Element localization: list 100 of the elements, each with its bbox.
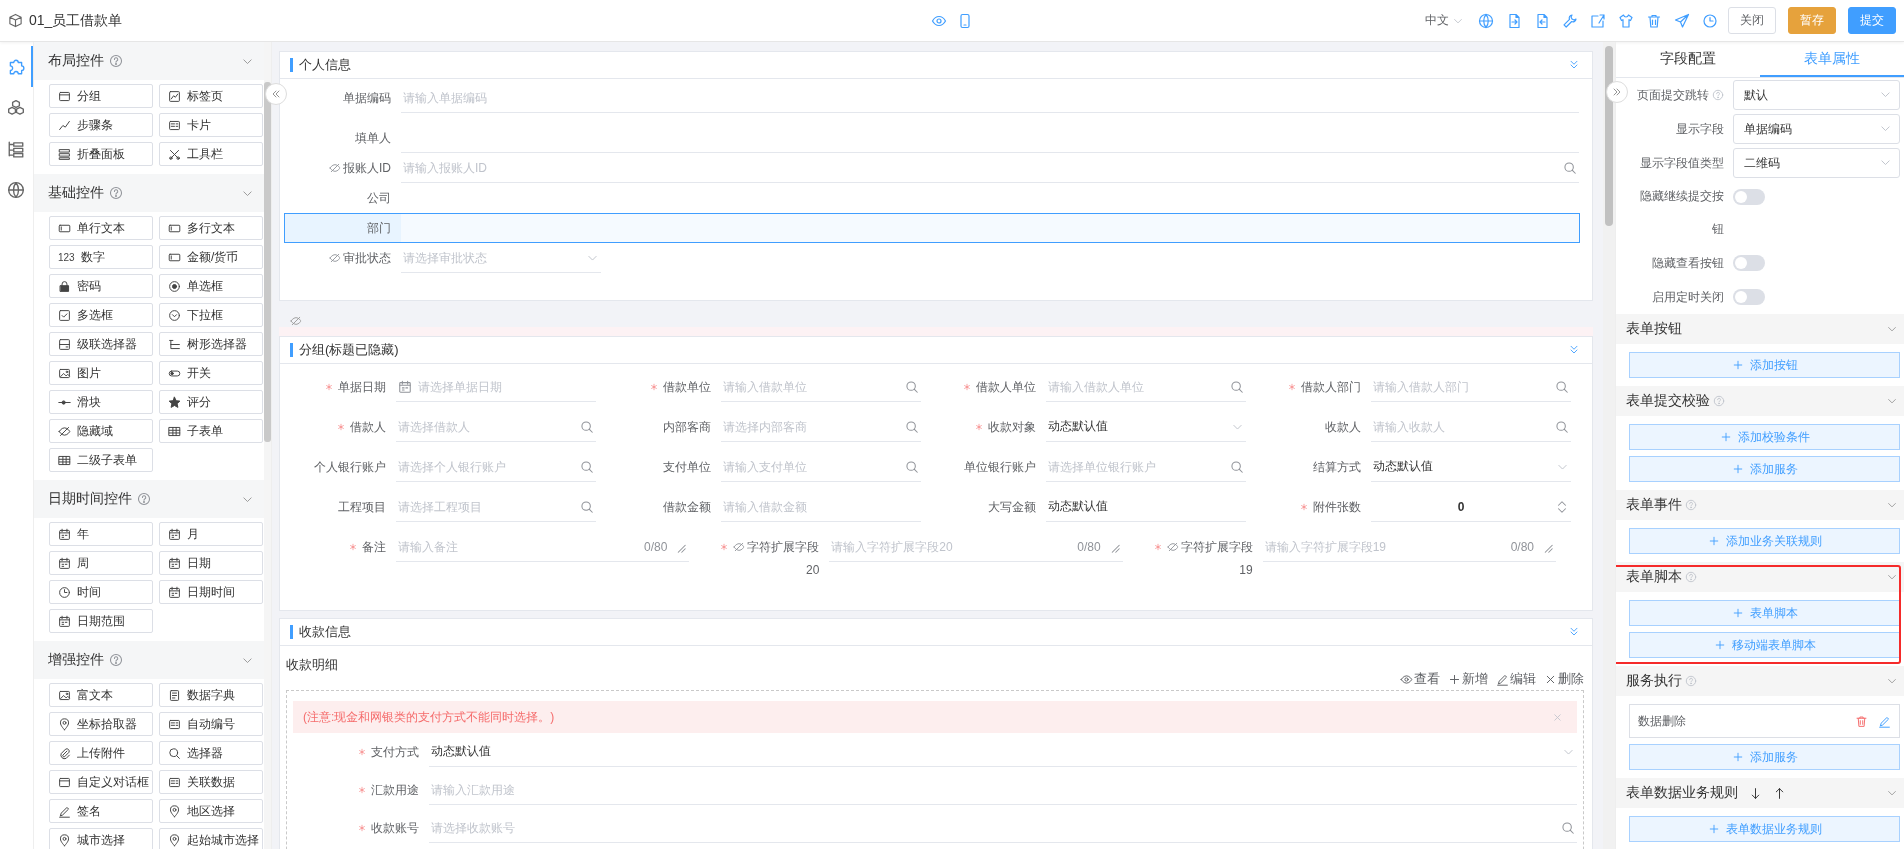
group-header[interactable]: 布局控件 bbox=[34, 42, 264, 80]
palette-item[interactable]: 金额/货币 bbox=[159, 245, 263, 269]
section-header[interactable]: 表单脚本 bbox=[1616, 562, 1904, 592]
palette-item[interactable]: 时间 bbox=[49, 580, 153, 604]
toolbar-button[interactable]: 关闭 bbox=[1728, 7, 1776, 34]
palette-item[interactable]: 工具栏 bbox=[159, 142, 263, 166]
view-link[interactable]: 查看 bbox=[1400, 671, 1440, 687]
section-header[interactable]: 表单事件 bbox=[1616, 490, 1904, 520]
palette-item[interactable]: 子表单 bbox=[159, 419, 263, 443]
palette-item[interactable]: 城市选择 bbox=[49, 828, 153, 849]
select-field[interactable]: 单据编码 bbox=[1733, 114, 1900, 144]
edit-link[interactable]: 编辑 bbox=[1496, 671, 1536, 687]
selected-field-row[interactable]: 部门 bbox=[284, 213, 1580, 243]
field-label: 公司 bbox=[367, 189, 391, 207]
palette-item[interactable]: 周 bbox=[49, 551, 153, 575]
palette-item[interactable]: 二级子表单 bbox=[49, 448, 153, 472]
text-area[interactable]: 请输入字符扩展字段20 bbox=[831, 539, 1072, 554]
language-select[interactable]: 中文 bbox=[1425, 12, 1464, 29]
search-field[interactable]: 请输入支付单位 bbox=[723, 459, 899, 474]
search-field[interactable]: 请输入报账人ID bbox=[403, 160, 1557, 175]
search-field[interactable]: 请输入借款人部门 bbox=[1373, 379, 1549, 394]
palette-item[interactable]: 坐标拾取器 bbox=[49, 712, 153, 736]
search-field[interactable]: 请选择单位银行账户 bbox=[1048, 459, 1224, 474]
palette-item[interactable]: 日期 bbox=[159, 551, 263, 575]
palette-item[interactable]: 富文本 bbox=[49, 683, 153, 707]
field-label: 个人银行账户 bbox=[314, 458, 386, 476]
field-label: 收款人 bbox=[1325, 418, 1361, 436]
section-header[interactable]: 表单提交校验 bbox=[1616, 386, 1904, 416]
palette-item[interactable]: 月 bbox=[159, 522, 263, 546]
palette-item[interactable]: 折叠面板 bbox=[49, 142, 153, 166]
search-field[interactable]: 请选择收款账号 bbox=[431, 820, 1555, 835]
search-field[interactable]: 请选择内部客商 bbox=[723, 419, 899, 434]
section-header[interactable]: 表单数据业务规则 bbox=[1616, 778, 1904, 808]
palette-item[interactable]: 选择器 bbox=[159, 741, 263, 765]
select-field[interactable]: 动态默认值 bbox=[1048, 419, 1225, 434]
search-field[interactable]: 请选择个人银行账户 bbox=[398, 459, 574, 474]
palette-item[interactable]: 自动编号 bbox=[159, 712, 263, 736]
char-counter: 0/80 bbox=[643, 539, 668, 554]
palette-item[interactable]: 开关 bbox=[159, 361, 263, 385]
date-field[interactable]: 请选择单据日期 bbox=[418, 379, 594, 394]
select-field[interactable]: 动态默认值 bbox=[1373, 459, 1550, 474]
palette-item[interactable]: 日期时间 bbox=[159, 580, 263, 604]
setting-label: 隐藏继续提交按钮 bbox=[1639, 188, 1724, 238]
number-field[interactable]: 0 bbox=[1373, 499, 1549, 514]
section-header[interactable]: 服务执行 bbox=[1616, 666, 1904, 696]
palette-item[interactable]: 自定义对话框 bbox=[49, 770, 153, 794]
search-field[interactable]: 请输入借款单位 bbox=[723, 379, 899, 394]
char-counter: 0/80 bbox=[1510, 539, 1534, 554]
search-field[interactable]: 请输入收款人 bbox=[1373, 419, 1549, 434]
palette-item[interactable]: 单选框 bbox=[159, 274, 263, 298]
palette-item[interactable]: 标签页 bbox=[159, 84, 263, 108]
palette-item[interactable]: 多行文本 bbox=[159, 216, 263, 240]
palette-item[interactable]: 关联数据 bbox=[159, 770, 263, 794]
select-field[interactable]: 请选择审批状态 bbox=[403, 250, 580, 265]
field-label: 支付单位 bbox=[663, 458, 711, 476]
palette-item[interactable]: 起始城市选择 bbox=[159, 828, 263, 849]
search-field[interactable]: 请选择借款人 bbox=[398, 419, 574, 434]
text-field[interactable]: 请输入汇款用途 bbox=[431, 782, 1575, 797]
palette-item[interactable]: 图片 bbox=[49, 361, 153, 385]
palette-item[interactable]: 步骤条 bbox=[49, 113, 153, 137]
field-label: 字符扩展字段 bbox=[1180, 538, 1253, 556]
palette-item[interactable]: 分组 bbox=[49, 84, 153, 108]
setting-label: 页面提交跳转 bbox=[1637, 86, 1709, 104]
search-field[interactable]: 请选择工程项目 bbox=[398, 499, 574, 514]
palette-item[interactable]: 123 数字 bbox=[49, 245, 153, 269]
tab[interactable]: 字段配置 bbox=[1616, 42, 1760, 77]
text-field[interactable]: 动态默认值 bbox=[1048, 499, 1244, 514]
palette-item[interactable]: 单行文本 bbox=[49, 216, 153, 240]
group-header[interactable]: 增强控件 bbox=[34, 641, 264, 679]
palette-item[interactable]: 树形选择器 bbox=[159, 332, 263, 356]
add-link[interactable]: 新增 bbox=[1448, 671, 1488, 687]
palette-item[interactable]: 地区选择 bbox=[159, 799, 263, 823]
field-label: 借款人 bbox=[350, 418, 386, 436]
palette-item[interactable]: 下拉框 bbox=[159, 303, 263, 327]
palette-item[interactable]: 卡片 bbox=[159, 113, 263, 137]
palette-item[interactable]: 年 bbox=[49, 522, 153, 546]
search-field[interactable]: 请输入借款人单位 bbox=[1048, 379, 1224, 394]
setting-label: 显示字段 bbox=[1676, 120, 1724, 138]
palette-item[interactable]: 日期范围 bbox=[49, 609, 153, 633]
select-field[interactable]: 默认 bbox=[1733, 80, 1900, 110]
group-header[interactable]: 基础控件 bbox=[34, 174, 264, 212]
text-field[interactable]: 请输入借款金额 bbox=[723, 499, 919, 514]
field-label: 工程项目 bbox=[338, 498, 386, 516]
palette-item[interactable]: 多选框 bbox=[49, 303, 153, 327]
text-area[interactable]: 请输入字符扩展字段19 bbox=[1264, 539, 1505, 554]
palette-item[interactable]: 上传附件 bbox=[49, 741, 153, 765]
text-area[interactable]: 请输入备注 bbox=[398, 539, 638, 554]
palette-item[interactable]: 密码 bbox=[49, 274, 153, 298]
section-header[interactable]: 表单按钮 bbox=[1616, 314, 1904, 344]
palette-item[interactable]: 评分 bbox=[159, 390, 263, 414]
palette-item[interactable]: 签名 bbox=[49, 799, 153, 823]
field-label: 收款对象 bbox=[988, 418, 1036, 436]
group-header[interactable]: 日期时间控件 bbox=[34, 480, 264, 518]
select-field[interactable]: 二维码 bbox=[1733, 148, 1900, 178]
palette-item[interactable]: 数据字典 bbox=[159, 683, 263, 707]
delete-link[interactable]: 删除 bbox=[1544, 671, 1584, 687]
palette-item[interactable]: 级联选择器 bbox=[49, 332, 153, 356]
palette-item[interactable]: 隐藏域 bbox=[49, 419, 153, 443]
select-field[interactable]: 动态默认值 bbox=[431, 744, 1556, 759]
palette-item[interactable]: 滑块 bbox=[49, 390, 153, 414]
